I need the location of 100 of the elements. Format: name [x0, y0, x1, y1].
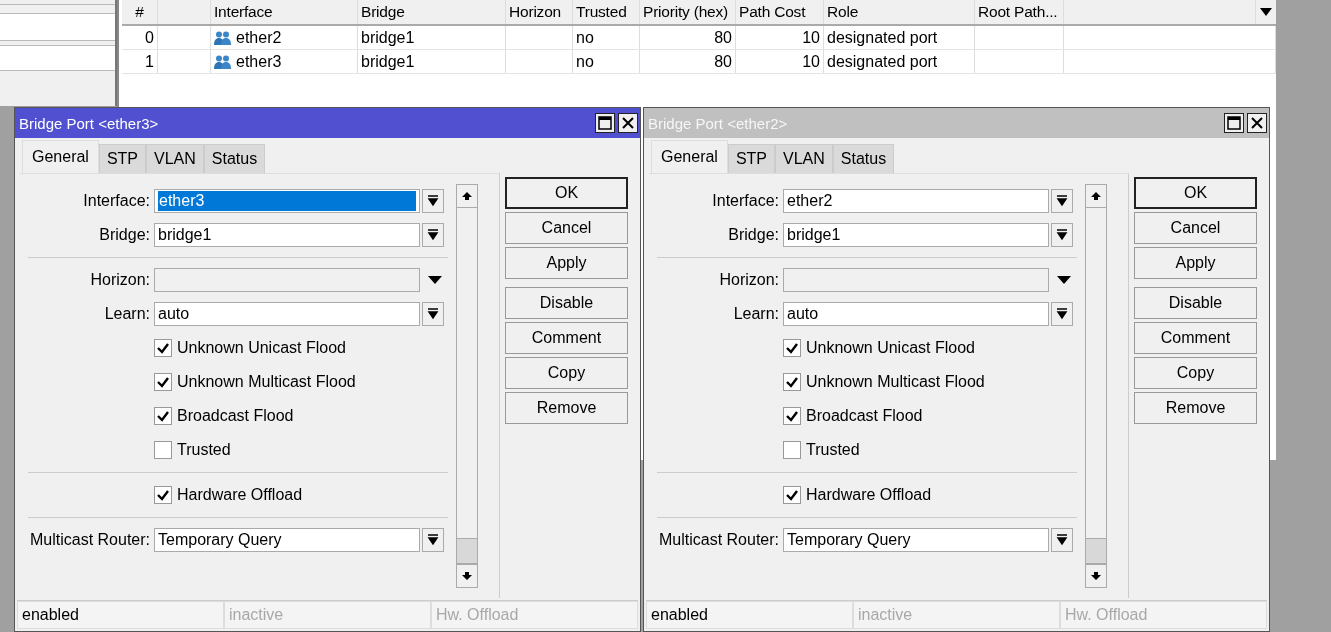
table-cell: bridge1	[361, 28, 415, 47]
checkbox-label: Unknown Multicast Flood	[806, 373, 985, 391]
dialog-button[interactable]: OK	[505, 177, 628, 209]
column-header[interactable]: #	[122, 0, 158, 24]
checkbox[interactable]	[154, 441, 172, 459]
table-cell: 10	[802, 28, 820, 47]
table-cell: 10	[802, 52, 820, 71]
checkbox[interactable]	[154, 407, 172, 425]
checkbox[interactable]	[783, 486, 801, 504]
column-header[interactable]: Bridge	[358, 0, 506, 24]
checkbox[interactable]	[783, 407, 801, 425]
field-value: auto	[158, 305, 190, 323]
dialog-button[interactable]: Copy	[1134, 357, 1257, 389]
scrollbar[interactable]	[456, 184, 478, 588]
title-bar[interactable]: Bridge Port <ether3>	[15, 108, 640, 138]
column-header[interactable]: Root Path...	[975, 0, 1064, 24]
dropdown-field[interactable]: auto	[154, 302, 420, 326]
dropdown-button[interactable]	[422, 223, 444, 247]
table-cell: 0	[145, 28, 154, 47]
checkbox-label: Unknown Multicast Flood	[177, 373, 356, 391]
status-text: Hw. Offload	[431, 601, 638, 629]
dropdown-arrow-icon	[1056, 229, 1068, 241]
tab[interactable]: STP	[727, 144, 776, 173]
dropdown-arrow-icon	[1056, 195, 1068, 207]
checkbox[interactable]	[154, 486, 172, 504]
table-cell: no	[576, 52, 594, 71]
dropdown-button[interactable]	[1051, 223, 1073, 247]
dialog-button[interactable]: Copy	[505, 357, 628, 389]
scrollbar-thumb[interactable]	[1086, 538, 1106, 564]
dialog-button[interactable]: Disable	[1134, 287, 1257, 319]
dialog-button[interactable]: Apply	[505, 247, 628, 279]
dialog-button[interactable]: Disable	[505, 287, 628, 319]
column-header[interactable]: Interface	[211, 0, 358, 24]
checkbox[interactable]	[783, 339, 801, 357]
column-header[interactable]: Path Cost	[736, 0, 824, 24]
tab[interactable]: Status	[832, 144, 895, 173]
close-button[interactable]	[1247, 113, 1267, 133]
tab[interactable]: General	[651, 140, 728, 173]
tab[interactable]: VLAN	[775, 144, 833, 173]
scrollbar-thumb[interactable]	[457, 538, 477, 564]
dropdown-field[interactable]: auto	[783, 302, 1049, 326]
scrollbar[interactable]	[1085, 184, 1107, 588]
close-button[interactable]	[618, 113, 638, 133]
status-text: enabled	[646, 601, 853, 629]
checkbox[interactable]	[154, 339, 172, 357]
table-row[interactable]: 0 ether2 bridge1 no 80 10 designated port	[122, 26, 1276, 50]
maximize-button[interactable]	[595, 113, 615, 133]
table-cell: ether2	[236, 28, 282, 47]
dropdown-button[interactable]	[1051, 528, 1073, 552]
column-header[interactable]: Role	[824, 0, 975, 24]
checkbox-label: Trusted	[177, 441, 231, 459]
dialog-button[interactable]: Apply	[1134, 247, 1257, 279]
checkbox[interactable]	[783, 373, 801, 391]
dialog-button[interactable]: Cancel	[505, 212, 628, 244]
dialog-button[interactable]: Comment	[1134, 322, 1257, 354]
checkbox[interactable]	[783, 441, 801, 459]
dialog-button[interactable]: Remove	[505, 392, 628, 424]
maximize-button[interactable]	[1224, 113, 1244, 133]
down-arrow-icon	[462, 572, 472, 580]
dropdown-field[interactable]: bridge1	[783, 223, 1049, 247]
checkbox-label: Unknown Unicast Flood	[177, 339, 346, 357]
field-label: Bridge:	[727, 226, 779, 244]
tab[interactable]: General	[22, 140, 99, 173]
dialog-button[interactable]: Remove	[1134, 392, 1257, 424]
dropdown-arrow-icon	[428, 276, 442, 284]
dropdown-arrow-icon	[427, 308, 439, 320]
dropdown-arrow-icon	[1057, 276, 1071, 284]
dropdown-field[interactable]: Temporary Query	[154, 528, 420, 552]
check-icon	[157, 342, 169, 354]
users-icon	[214, 53, 231, 70]
dropdown-field[interactable]: Temporary Query	[783, 528, 1049, 552]
dropdown-field[interactable]: bridge1	[154, 223, 420, 247]
field-label: Horizon:	[718, 271, 779, 289]
tab[interactable]: VLAN	[146, 144, 204, 173]
dropdown-button[interactable]	[1051, 189, 1073, 213]
close-icon	[622, 117, 634, 129]
dropdown-arrow-icon	[427, 195, 439, 207]
dropdown-field[interactable]: ether2	[783, 189, 1049, 213]
dialog-button[interactable]: OK	[1134, 177, 1257, 209]
maximize-icon	[1227, 116, 1241, 130]
dropdown-button[interactable]	[422, 189, 444, 213]
status-text: Hw. Offload	[1060, 601, 1267, 629]
dropdown-button[interactable]	[422, 302, 444, 326]
down-arrow-icon	[1091, 572, 1101, 580]
status-text: inactive	[224, 601, 431, 629]
field-label: Interface:	[711, 192, 779, 210]
table-cell: designated port	[827, 28, 938, 47]
dropdown-arrow-icon	[1056, 534, 1068, 546]
table-row[interactable]: 1 ether3 bridge1 no 80 10 designated port	[122, 50, 1276, 74]
dialog-button[interactable]: Comment	[505, 322, 628, 354]
column-header[interactable]: Priority (hex)	[640, 0, 736, 24]
dropdown-button[interactable]	[422, 528, 444, 552]
field-value: bridge1	[787, 226, 841, 244]
tab[interactable]: STP	[98, 144, 147, 173]
column-header[interactable]: Horizon	[506, 0, 573, 24]
tab[interactable]: Status	[203, 144, 266, 173]
checkbox[interactable]	[154, 373, 172, 391]
dropdown-button[interactable]	[1051, 302, 1073, 326]
column-header[interactable]: Trusted	[573, 0, 640, 24]
dialog-button[interactable]: Cancel	[1134, 212, 1257, 244]
